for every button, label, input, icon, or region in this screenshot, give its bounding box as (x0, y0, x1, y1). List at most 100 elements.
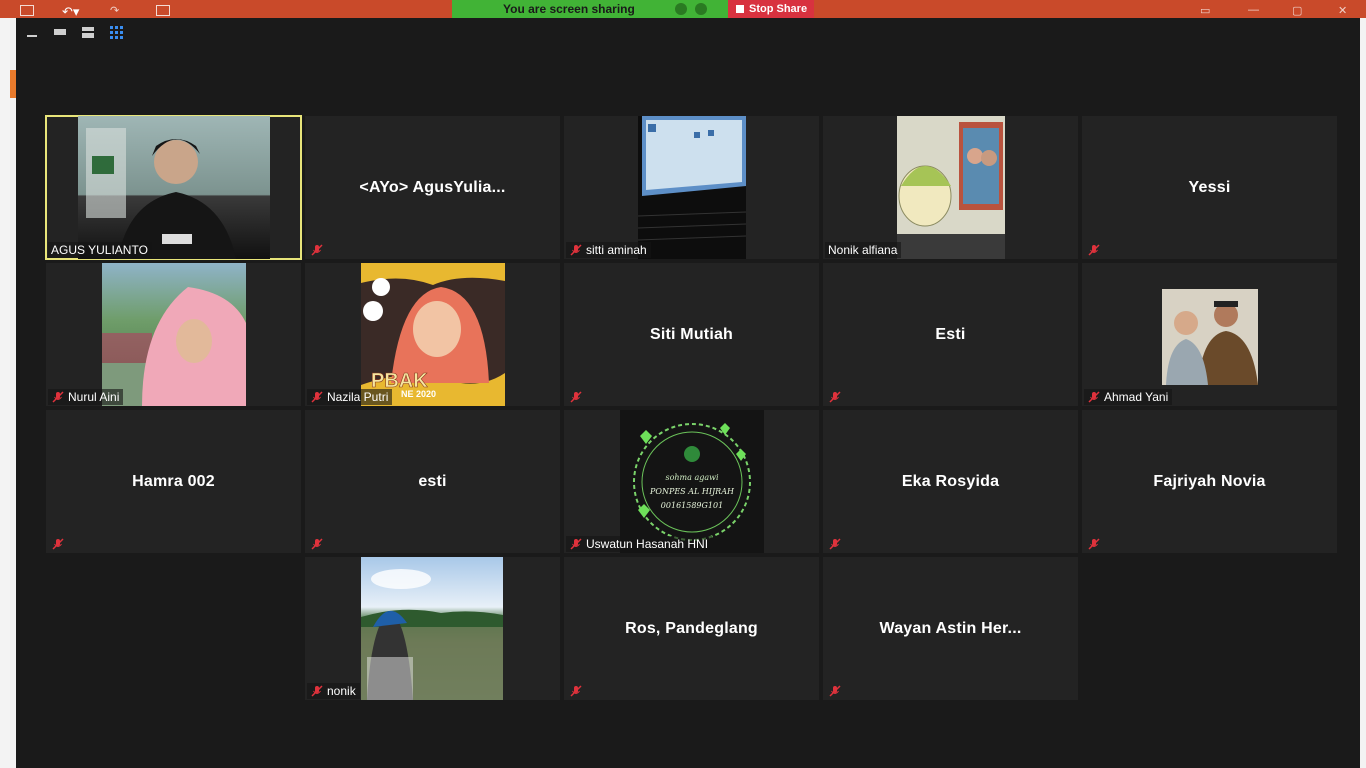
ribbon-display-icon: ▭ (1200, 5, 1211, 17)
participant-name: sitti aminah (586, 243, 647, 257)
redo-icon: ↷ (110, 5, 120, 17)
minimize-view-button[interactable] (24, 24, 40, 40)
view-toolbar (24, 24, 124, 40)
drawing-video (897, 116, 1005, 259)
participant-display-name: Hamra 002 (132, 472, 215, 490)
participant-display-name: Yessi (1188, 178, 1231, 196)
participant-label: nonik (307, 683, 360, 699)
pause-share-icon[interactable] (674, 3, 687, 15)
restore-icon: ▢ (1292, 5, 1303, 17)
logo-image: sohma agawi PONPES AL HIJRAH 00161589G10… (620, 410, 764, 553)
participant-tile[interactable]: Fajriyah Novia (1082, 410, 1337, 553)
participant-display-name: <AYo> AgusYulia... (359, 178, 506, 196)
muted-mic-icon (570, 391, 582, 403)
participant-name: Nurul Aini (68, 390, 120, 404)
participant-tile[interactable]: esti (305, 410, 560, 553)
gallery-view-button[interactable] (108, 24, 124, 40)
participant-tile[interactable]: Hamra 002 (46, 410, 301, 553)
muted-mic-icon (829, 685, 841, 697)
logo-line3: 00161589G101 (661, 501, 723, 510)
background-app-left-edge (0, 18, 16, 768)
muted-mic-icon (1088, 244, 1100, 256)
participant-tile[interactable]: Esti (823, 263, 1078, 406)
participant-label (1084, 242, 1108, 258)
participant-display-name: Siti Mutiah (649, 325, 734, 343)
slideshow-icon (156, 5, 170, 16)
speaker-view-button[interactable] (80, 24, 96, 40)
participant-label (307, 242, 331, 258)
screen-video (637, 116, 747, 259)
logo-line2: PONPES AL HIJRAH (649, 487, 735, 496)
background-app-right-edge (1360, 18, 1366, 768)
participant-label: sitti aminah (566, 242, 651, 258)
participant-tile[interactable]: sohma agawi PONPES AL HIJRAH 00161589G10… (564, 410, 819, 553)
participant-tile[interactable]: Siti Mutiah (564, 263, 819, 406)
participant-tile[interactable]: Ahmad Yani (1082, 263, 1337, 406)
muted-mic-icon (570, 244, 582, 256)
participant-name: AGUS YULIANTO (51, 243, 148, 257)
muted-mic-icon (1088, 538, 1100, 550)
screen-sharing-banner[interactable]: You are screen sharing (452, 0, 728, 18)
person-video (102, 263, 246, 406)
muted-mic-icon (52, 391, 64, 403)
participant-tile[interactable]: sitti aminah (564, 116, 819, 259)
participant-label (566, 389, 590, 405)
participant-tile[interactable]: <AYo> AgusYulia... (305, 116, 560, 259)
participant-label (307, 536, 331, 552)
participant-label: Nazila Putri (307, 389, 393, 405)
participant-name: Nazila Putri (327, 390, 389, 404)
person-video (78, 116, 270, 259)
muted-mic-icon (570, 538, 582, 550)
participant-tile[interactable]: nonik (305, 557, 560, 700)
participant-label (825, 683, 849, 699)
muted-mic-icon (52, 538, 64, 550)
security-icon[interactable] (694, 3, 707, 15)
participant-name: Uswatun Hasanah HNI (586, 537, 709, 551)
poster-image: PBAK NE 2020 (361, 263, 505, 406)
participant-tile[interactable]: Ros, Pandeglang (564, 557, 819, 700)
close-icon: ✕ (1338, 5, 1348, 17)
landscape-photo (361, 557, 503, 700)
participant-display-name: Fajriyah Novia (1153, 472, 1266, 490)
participant-display-name: Eka Rosyida (901, 472, 1000, 490)
poster-year: NE 2020 (401, 389, 436, 399)
participant-tile[interactable]: AGUS YULIANTO (45, 115, 302, 260)
participant-tile[interactable]: Nurul Aini (46, 263, 301, 406)
muted-mic-icon (829, 391, 841, 403)
participant-display-name: esti (418, 472, 447, 490)
stop-icon (736, 5, 744, 13)
sharing-text: You are screen sharing (503, 2, 635, 16)
stop-share-button[interactable]: Stop Share (728, 0, 814, 18)
muted-mic-icon (311, 685, 323, 697)
participant-label (1084, 536, 1108, 552)
participant-tile[interactable]: Yessi (1082, 116, 1337, 259)
family-photo (1162, 289, 1258, 385)
speaker-strip-view-button[interactable] (52, 24, 68, 40)
participant-name: nonik (327, 684, 356, 698)
participant-label (825, 536, 849, 552)
participant-label: AGUS YULIANTO (48, 242, 152, 258)
participant-label: Uswatun Hasanah HNI (566, 536, 713, 552)
participant-tile[interactable]: Eka Rosyida (823, 410, 1078, 553)
logo-line1: sohma agawi (665, 473, 718, 482)
zoom-gallery-window: AGUS YULIANTO <AYo> AgusYulia... sitti a… (16, 18, 1360, 768)
participant-label (566, 683, 590, 699)
save-icon (20, 5, 34, 16)
participant-tile[interactable]: Nonik alfiana (823, 116, 1078, 259)
muted-mic-icon (311, 244, 323, 256)
participant-label: Nonik alfiana (825, 242, 902, 258)
muted-mic-icon (570, 685, 582, 697)
participant-label (48, 536, 72, 552)
participant-display-name: Ros, Pandeglang (625, 619, 758, 637)
muted-mic-icon (1088, 391, 1100, 403)
participant-name: Nonik alfiana (828, 243, 898, 257)
participant-display-name: Wayan Astin Her... (879, 619, 1022, 637)
stop-share-label: Stop Share (749, 3, 808, 15)
muted-mic-icon (311, 391, 323, 403)
participant-label: Ahmad Yani (1084, 389, 1173, 405)
minimize-icon: — (1248, 4, 1259, 16)
participant-label: Nurul Aini (48, 389, 124, 405)
participant-label (825, 389, 849, 405)
participant-tile[interactable]: PBAK NE 2020 Nazila Putri (305, 263, 560, 406)
participant-tile[interactable]: Wayan Astin Her... (823, 557, 1078, 700)
